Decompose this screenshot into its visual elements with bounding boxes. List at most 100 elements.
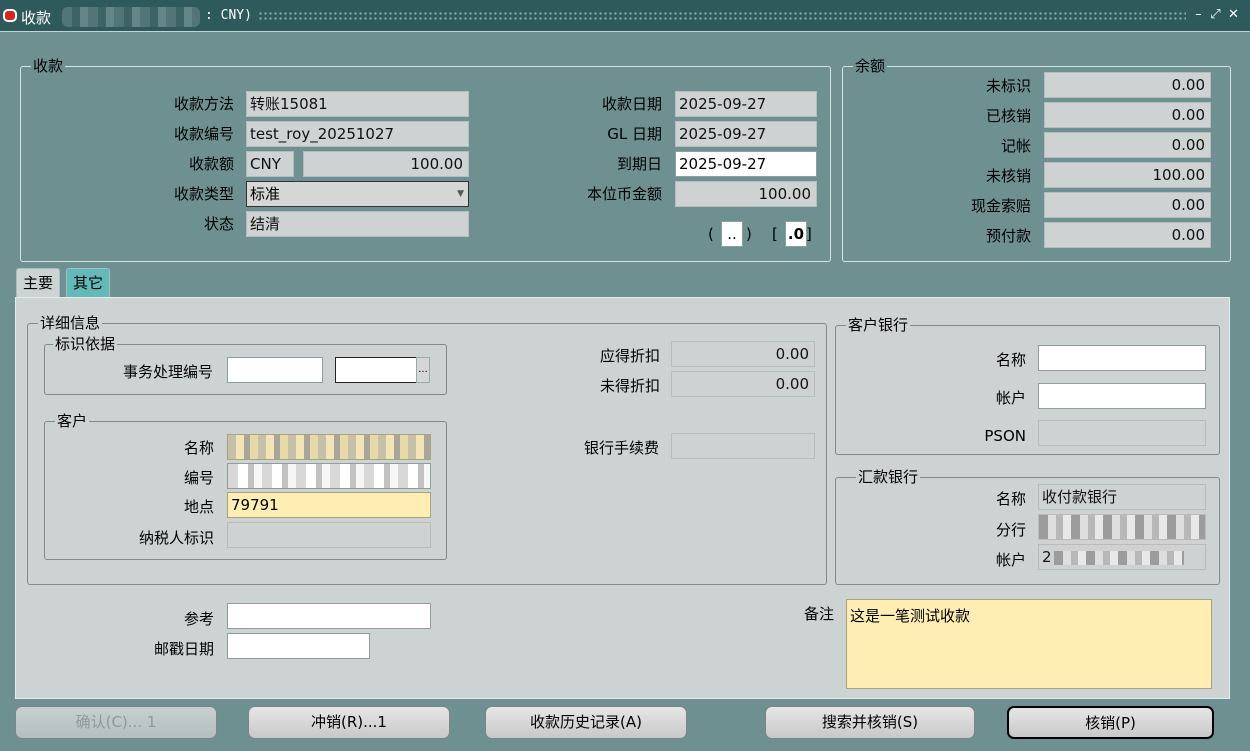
tab-main[interactable]: 主要 [16, 268, 61, 299]
balance-claim-label: 现金索赔 [970, 197, 1031, 215]
customer-site-label: 地点 [183, 498, 214, 516]
customer-number-label: 编号 [183, 469, 214, 487]
receipt-amount-field[interactable]: 100.00 [303, 151, 469, 177]
earned-discount-field[interactable]: 0.00 [671, 341, 815, 367]
balance-prepayment-field[interactable]: 0.00 [1044, 222, 1211, 248]
receipt-number-label: 收款编号 [173, 125, 234, 143]
remittance-account-field[interactable]: 2 [1038, 544, 1206, 570]
balance-on-account-field[interactable]: 0.00 [1044, 132, 1211, 158]
balance-on-account-label: 记帐 [1000, 137, 1031, 155]
receipt-type-value: 标准 [250, 185, 281, 203]
confirm-button[interactable]: 确认(C)... 1 [15, 706, 217, 739]
apply-button[interactable]: 核销(P) [1007, 706, 1214, 739]
maximize-icon[interactable]: ⤢ [1209, 7, 1222, 23]
receipt-legend: 收款 [31, 57, 66, 75]
titlebar-grip [258, 11, 1186, 21]
transaction-number-label: 事务处理编号 [122, 363, 213, 381]
taxpayer-id-label: 纳税人标识 [138, 529, 214, 547]
postmark-date-field[interactable] [227, 633, 370, 659]
balance-claim-field[interactable]: 0.00 [1044, 192, 1211, 218]
balance-unapplied-field[interactable]: 100.00 [1044, 162, 1211, 188]
window-titlebar[interactable]: 收款 : CNY) – ⤢ ✕ [0, 0, 1250, 32]
customer-bank-account-field[interactable] [1038, 383, 1206, 409]
customer-site-field[interactable]: 79791 [227, 492, 431, 518]
dff-close-paren: ) [746, 225, 752, 243]
unearned-discount-label: 未得折扣 [599, 377, 660, 395]
minimize-icon[interactable]: – [1192, 7, 1205, 23]
dff2-field[interactable]: .0 [785, 221, 807, 247]
search-and-apply-button[interactable]: 搜索并核销(S) [765, 706, 975, 739]
gl-date-field[interactable]: 2025-09-27 [675, 121, 817, 147]
window-title: 收款 [21, 9, 52, 27]
unearned-discount-field[interactable]: 0.00 [671, 371, 815, 397]
transaction-number-field[interactable] [227, 357, 323, 383]
postmark-date-label: 邮戳日期 [153, 640, 214, 658]
dff2-close-bracket: ] [806, 225, 812, 243]
reverse-button[interactable]: 冲销(R)...1 [248, 706, 450, 739]
remittance-account-label: 帐户 [995, 551, 1026, 569]
reference-label: 参考 [183, 610, 214, 628]
redacted-title-text [62, 7, 200, 27]
balance-unidentified-label: 未标识 [985, 77, 1031, 95]
status-field[interactable]: 结清 [246, 211, 469, 237]
bank-charges-label: 银行手续费 [583, 439, 659, 457]
reference-field[interactable] [227, 603, 431, 629]
customer-number-field[interactable] [227, 463, 431, 489]
remittance-bank-name-label: 名称 [995, 490, 1026, 508]
redacted-account-number [1053, 550, 1184, 565]
customer-bank-name-field[interactable] [1038, 345, 1206, 371]
remittance-branch-label: 分行 [995, 521, 1026, 539]
balance-applied-label: 已核销 [985, 107, 1031, 125]
comments-field[interactable]: 这是一笔测试收款 [846, 599, 1212, 689]
details-legend: 详细信息 [38, 314, 103, 332]
bank-charges-field[interactable] [671, 433, 815, 459]
window-title-suffix: : CNY) [205, 8, 252, 23]
dff-open-paren: ( [708, 225, 714, 243]
receipt-method-field[interactable]: 转账15081 [246, 91, 469, 117]
tab-other[interactable]: 其它 [66, 268, 111, 298]
receipt-date-field[interactable]: 2025-09-27 [675, 91, 817, 117]
customer-bank-account-label: 帐户 [995, 389, 1026, 407]
receipt-type-select[interactable]: 标准 ▼ [246, 181, 469, 207]
remittance-bank-legend: 汇款银行 [856, 468, 921, 486]
pson-field[interactable] [1038, 420, 1206, 446]
dff-field[interactable]: .. [721, 221, 743, 247]
customer-bank-name-label: 名称 [995, 351, 1026, 369]
earned-discount-label: 应得折扣 [599, 347, 660, 365]
oracle-app-icon [3, 9, 17, 22]
status-label: 状态 [203, 215, 234, 233]
receipt-method-label: 收款方法 [173, 95, 234, 113]
comments-label: 备注 [803, 605, 834, 623]
receipt-type-label: 收款类型 [173, 185, 234, 203]
maturity-date-label: 到期日 [616, 155, 662, 173]
balance-unidentified-field[interactable]: 0.00 [1044, 72, 1211, 98]
pson-label: PSON [984, 427, 1026, 445]
lov-button[interactable]: ... [416, 357, 430, 383]
customer-name-field[interactable] [227, 434, 431, 460]
receipt-number-field[interactable]: test_roy_20251027 [246, 121, 469, 147]
receipt-history-button[interactable]: 收款历史记录(A) [485, 706, 687, 739]
customer-legend: 客户 [55, 412, 90, 430]
remittance-account-prefix: 2 [1042, 548, 1052, 566]
functional-amount-field[interactable]: 100.00 [675, 181, 817, 207]
maturity-date-field[interactable]: 2025-09-27 [675, 151, 817, 177]
functional-amount-label: 本位币金额 [586, 185, 662, 203]
customer-bank-legend: 客户银行 [846, 316, 911, 334]
balances-legend: 余额 [853, 57, 888, 75]
remittance-bank-name-field[interactable]: 收付款银行 [1038, 484, 1206, 510]
gl-date-label: GL 日期 [607, 125, 662, 143]
transaction-number-field-2[interactable] [335, 357, 417, 383]
balance-unapplied-label: 未核销 [985, 167, 1031, 185]
customer-name-label: 名称 [183, 439, 214, 457]
dff2-open-bracket: [ [772, 225, 778, 243]
taxpayer-id-field[interactable] [227, 522, 431, 548]
receipt-amount-label: 收款额 [188, 155, 234, 173]
balance-prepayment-label: 预付款 [985, 227, 1031, 245]
balance-applied-field[interactable]: 0.00 [1044, 102, 1211, 128]
close-icon[interactable]: ✕ [1227, 7, 1240, 23]
identification-legend: 标识依据 [53, 335, 118, 353]
receipt-date-label: 收款日期 [601, 95, 662, 113]
remittance-branch-field[interactable] [1038, 514, 1206, 540]
chevron-down-icon[interactable]: ▼ [457, 182, 464, 206]
receipt-currency-field[interactable]: CNY [246, 151, 294, 177]
